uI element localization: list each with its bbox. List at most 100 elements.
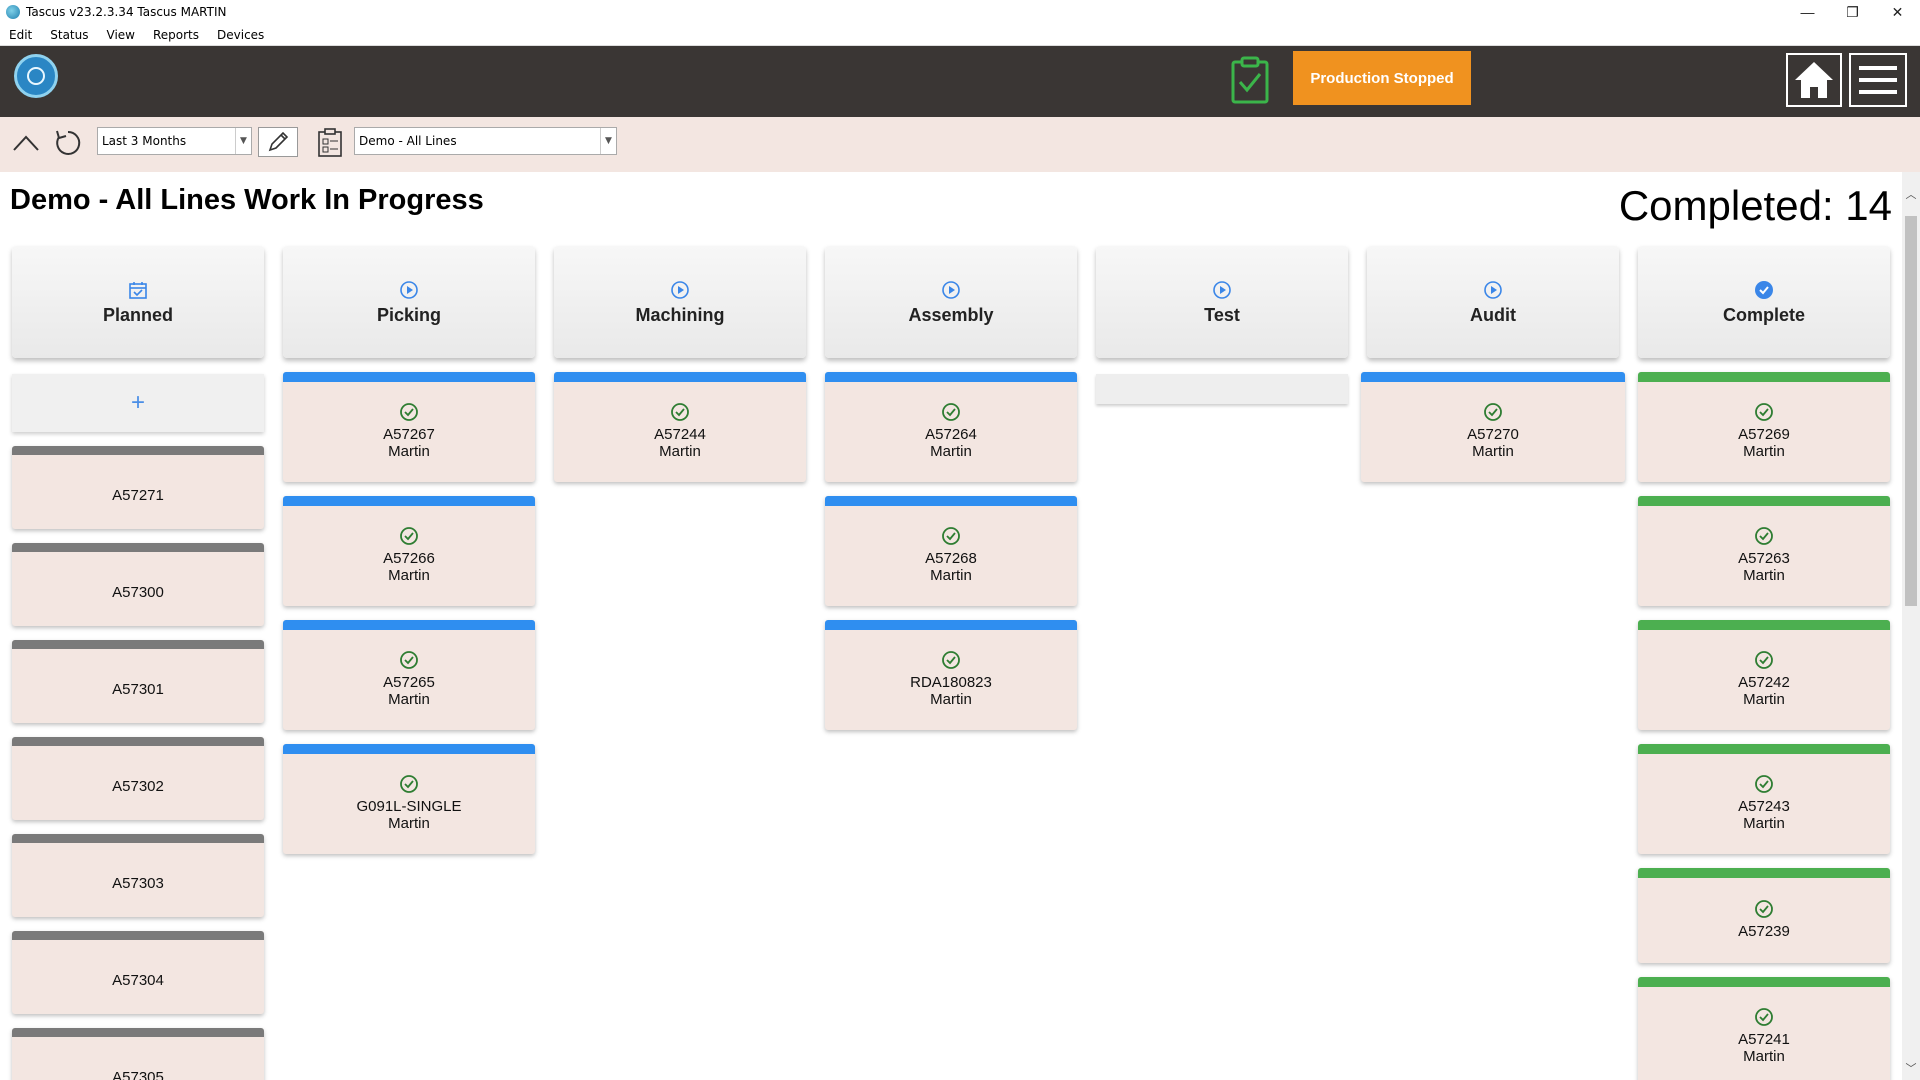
order-user: Martin [1743,691,1785,708]
column-label: Complete [1722,304,1805,325]
order-user: Martin [930,567,972,584]
home-button[interactable] [1786,53,1842,107]
order-number: A57243 [1738,798,1790,815]
check-circle-icon [1753,279,1775,301]
check-circle-icon [400,775,418,793]
title-bar: Tascus v23.2.3.34 Tascus MARTIN — ❐ ✕ [0,0,1920,24]
order-user: Martin [930,691,972,708]
order-card[interactable]: A57239 [1638,868,1890,963]
restore-button[interactable]: ❐ [1830,0,1875,24]
clipboard-list-icon[interactable] [314,127,346,159]
order-card[interactable]: A57263 Martin [1638,496,1890,606]
edit-button[interactable] [258,127,298,157]
board-area: Demo - All Lines Work In Progress Comple… [0,172,1902,1080]
order-card[interactable]: A57269 Martin [1638,372,1890,482]
menu-bar: Edit Status View Reports Devices [0,24,1920,46]
menu-edit[interactable]: Edit [0,28,41,42]
planned-card[interactable]: A57301 [12,640,264,723]
order-number: A57270 [1467,426,1519,443]
order-card[interactable]: A57243 Martin [1638,744,1890,854]
column-header-assembly[interactable]: Assembly [825,246,1077,358]
toolbar: Last 3 Months ▼ Demo - All Lines ▼ [0,117,1920,172]
order-number: A57265 [383,674,435,691]
order-number: A57242 [1738,674,1790,691]
home-icon [1795,62,1833,98]
completed-count: Completed: 14 [1618,182,1892,229]
order-number: A57301 [112,681,164,698]
close-button[interactable]: ✕ [1875,0,1920,24]
vertical-scrollbar[interactable]: ︿ ﹀ [1902,172,1920,1080]
order-user: Martin [1743,815,1785,832]
planned-card[interactable]: A57300 [12,543,264,626]
order-card[interactable]: G091L-SINGLE Martin [283,744,535,854]
check-circle-icon [1755,1008,1773,1026]
refresh-icon[interactable] [52,127,84,159]
clipboard-check-icon[interactable] [1230,56,1270,104]
chevron-up-icon[interactable] [10,127,42,159]
planned-card[interactable]: A57302 [12,737,264,820]
order-user: Martin [1743,1048,1785,1065]
order-number: A57271 [112,487,164,504]
menu-reports[interactable]: Reports [144,28,208,42]
tascus-logo[interactable] [14,54,58,98]
check-circle-icon [400,651,418,669]
scrollbar-thumb[interactable] [1905,216,1917,606]
menu-status[interactable]: Status [41,28,97,42]
play-circle-icon [940,279,962,301]
planned-card[interactable]: A57271 [12,446,264,529]
column-label: Planned [102,304,173,325]
order-card[interactable]: A57242 Martin [1638,620,1890,730]
order-card[interactable]: A57244 Martin [554,372,806,482]
app-header: Production Stopped [0,46,1920,117]
check-circle-icon [1755,403,1773,421]
order-number: A57239 [1738,923,1790,940]
order-card[interactable]: A57266 Martin [283,496,535,606]
planned-card[interactable]: A57303 [12,834,264,917]
order-user: Martin [388,815,430,832]
empty-slot [1096,374,1348,404]
order-card[interactable]: A57265 Martin [283,620,535,730]
add-order-button[interactable]: + [12,374,264,432]
planned-card[interactable]: A57305 [12,1028,264,1080]
menu-view[interactable]: View [98,28,144,42]
order-card[interactable]: RDA180823 Martin [825,620,1077,730]
check-circle-icon [1755,651,1773,669]
order-card[interactable]: A57264 Martin [825,372,1077,482]
order-number: A57266 [383,550,435,567]
chevron-down-icon: ▼ [235,128,251,154]
order-card[interactable]: A57267 Martin [283,372,535,482]
order-number: A57302 [112,778,164,795]
column-header-audit[interactable]: Audit [1367,246,1619,358]
order-card[interactable]: A57268 Martin [825,496,1077,606]
production-status-button[interactable]: Production Stopped [1293,51,1471,105]
window-title: Tascus v23.2.3.34 Tascus MARTIN [26,5,227,19]
scroll-down-icon[interactable]: ﹀ [1902,1060,1920,1078]
period-select[interactable]: Last 3 Months ▼ [97,127,252,155]
column-complete: Complete A57269 Martin A57263 Martin A5724… [1638,246,1890,1080]
order-user: Martin [659,443,701,460]
column-header-test[interactable]: Test [1096,246,1348,358]
line-value: Demo - All Lines [359,134,457,148]
menu-devices[interactable]: Devices [208,28,273,42]
planned-card[interactable]: A57304 [12,931,264,1014]
column-header-machining[interactable]: Machining [554,246,806,358]
column-label: Assembly [908,304,994,325]
scroll-up-icon[interactable]: ︿ [1902,186,1920,204]
order-user: Martin [930,443,972,460]
column-header-picking[interactable]: Picking [283,246,535,358]
chevron-down-icon: ▼ [600,128,616,154]
minimize-button[interactable]: — [1785,0,1830,24]
check-circle-icon [671,403,689,421]
play-circle-icon [1482,279,1504,301]
check-circle-icon [942,651,960,669]
column-header-planned[interactable]: Planned [12,246,264,358]
column-test: Test [1096,246,1348,404]
check-circle-icon [400,527,418,545]
hamburger-menu-button[interactable] [1849,53,1907,107]
order-number: RDA180823 [910,674,992,691]
order-card[interactable]: A57270 Martin [1361,372,1625,482]
order-card[interactable]: A57241 Martin [1638,977,1890,1080]
line-select[interactable]: Demo - All Lines ▼ [354,127,617,155]
column-label: Test [1204,304,1240,325]
column-header-complete[interactable]: Complete [1638,246,1890,358]
